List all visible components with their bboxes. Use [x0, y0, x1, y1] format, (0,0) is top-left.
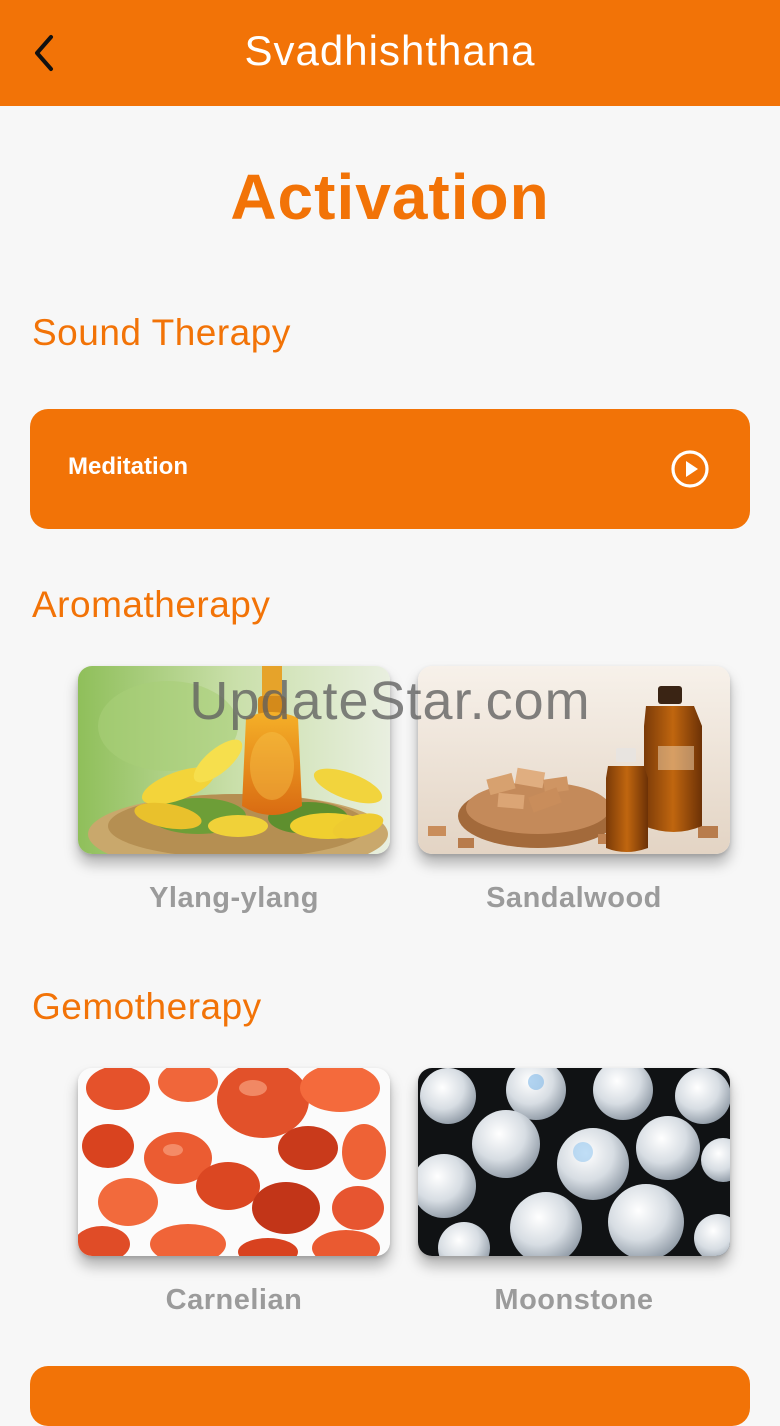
- play-circle-icon: [671, 450, 709, 488]
- moonstone-caption: Moonstone: [494, 1284, 654, 1316]
- sandalwood-image: [418, 666, 730, 854]
- card-sandalwood[interactable]: [418, 666, 730, 854]
- section-heading-aromatherapy: Aromatherapy: [32, 584, 271, 625]
- sandalwood-caption: Sandalwood: [486, 882, 662, 914]
- card-moonstone[interactable]: [418, 1068, 730, 1256]
- carnelian-image: [78, 1068, 390, 1256]
- card-carnelian[interactable]: [78, 1068, 390, 1256]
- screen-title: Svadhishthana: [244, 27, 536, 74]
- ylang-ylang-caption: Ylang-ylang: [149, 882, 319, 914]
- carnelian-caption: Carnelian: [165, 1284, 303, 1316]
- ylang-ylang-image: [78, 666, 390, 854]
- moonstone-image: [418, 1068, 730, 1256]
- top-bar: Svadhishthana: [0, 0, 780, 106]
- section-heading-gemotherapy: Gemotherapy: [32, 986, 262, 1027]
- card-ylang-ylang[interactable]: [78, 666, 390, 854]
- section-heading-sound-therapy: Sound Therapy: [32, 312, 291, 353]
- meditation-play-button[interactable]: Meditation: [30, 409, 750, 529]
- page-title: Activation: [230, 161, 550, 233]
- meditation-label: Meditation: [68, 453, 188, 480]
- bottom-action-button[interactable]: [30, 1366, 750, 1426]
